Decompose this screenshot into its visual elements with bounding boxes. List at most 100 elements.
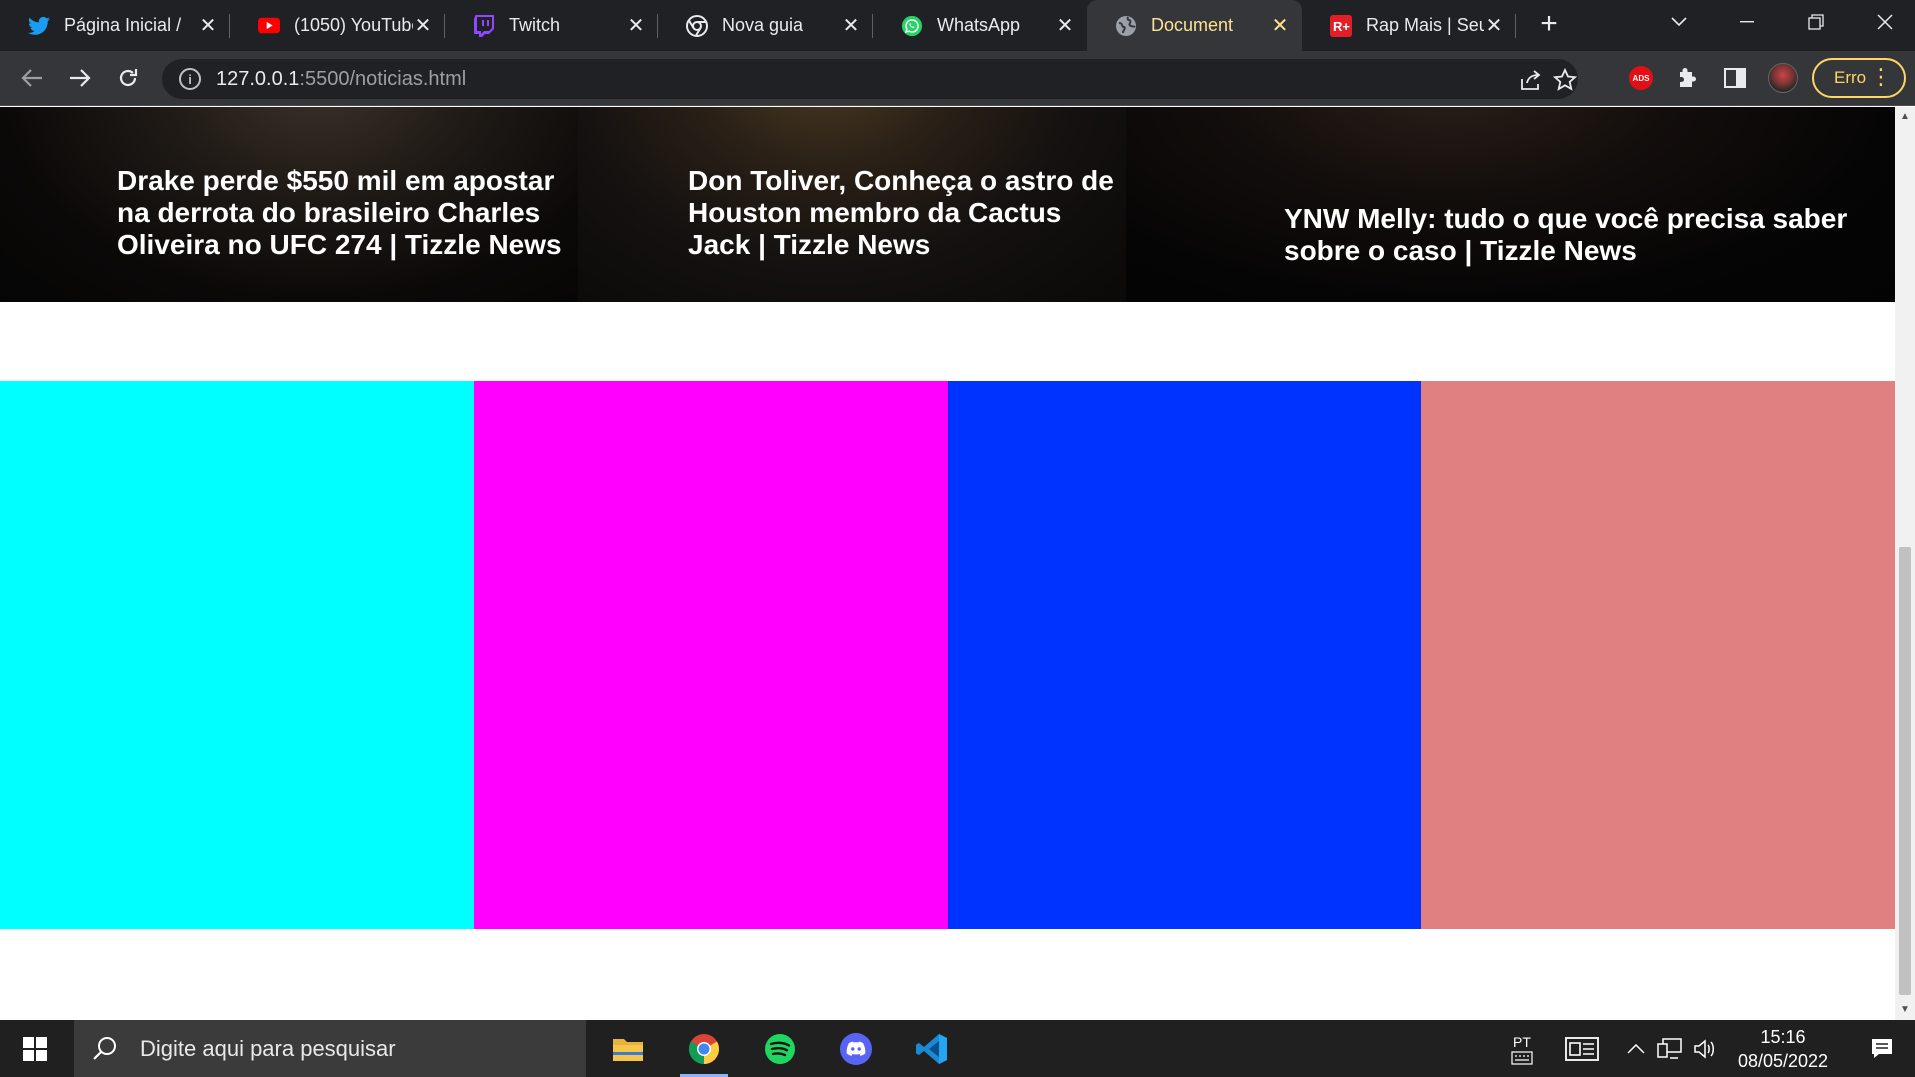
tab-rap-mais[interactable]: R+ Rap Mais | Seu ✕ (1302, 0, 1516, 51)
back-arrow-icon (21, 69, 42, 87)
forward-button[interactable] (63, 61, 97, 95)
clock-time: 15:16 (1760, 1026, 1806, 1047)
whatsapp-icon (901, 15, 923, 37)
more-vert-icon: ⋮ (1870, 64, 1892, 89)
spotify-taskbar-button[interactable] (742, 1020, 818, 1077)
system-clock[interactable]: 15:16 08/05/2022 (1718, 1020, 1848, 1077)
color-blocks (0, 381, 1895, 929)
forward-arrow-icon (70, 69, 91, 87)
start-button[interactable] (0, 1020, 70, 1077)
vscode-icon (916, 1033, 947, 1064)
new-tab-button[interactable]: + (1532, 8, 1566, 42)
chrome-icon (688, 1033, 720, 1064)
news-headline[interactable]: Don Toliver, Conheça o astro de Houston … (688, 165, 1118, 261)
news-card[interactable]: Drake perde $550 mil em apostar na derro… (0, 107, 578, 302)
tab-twitter[interactable]: Página Inicial / ✕ (0, 0, 230, 51)
back-button[interactable] (15, 61, 49, 95)
clock-date: 08/05/2022 (1737, 1050, 1829, 1071)
file-explorer-button[interactable] (590, 1020, 666, 1077)
close-icon[interactable]: ✕ (1484, 13, 1504, 38)
taskbar-search-box[interactable]: Digite aqui para pesquisar (74, 1020, 586, 1077)
close-icon[interactable]: ✕ (841, 13, 861, 38)
close-icon[interactable]: ✕ (413, 13, 433, 38)
minimize-icon (1740, 21, 1754, 23)
site-info-icon[interactable]: i (179, 68, 201, 90)
browser-toolbar: i 127.0.0.1:5500/noticias.html ADS Erro … (0, 51, 1915, 106)
language-code: PT (1513, 1033, 1531, 1050)
color-block-cyan (0, 381, 474, 929)
tab-separator (1515, 14, 1516, 38)
reload-icon (119, 69, 138, 87)
network-icon (1657, 1037, 1682, 1059)
address-bar[interactable]: i 127.0.0.1:5500/noticias.html (162, 59, 1578, 99)
tab-youtube[interactable]: (1050) YouTube ✕ (230, 0, 445, 51)
discord-icon (840, 1032, 872, 1065)
volume-button[interactable] (1690, 1020, 1720, 1077)
close-icon[interactable]: ✕ (626, 13, 646, 38)
tab-title: Document (1151, 15, 1234, 35)
chrome-icon (686, 14, 708, 37)
network-button[interactable] (1654, 1020, 1686, 1077)
side-panel-icon (1724, 68, 1746, 88)
news-card[interactable]: YNW Melly: tudo o que você precisa saber… (1126, 107, 1895, 302)
page-scrollbar[interactable]: ▲ ▼ (1895, 107, 1915, 1020)
avatar (1768, 63, 1798, 93)
scroll-down-arrow-icon[interactable]: ▼ (1895, 1002, 1915, 1018)
news-card[interactable]: Don Toliver, Conheça o astro de Houston … (578, 107, 1126, 302)
discord-taskbar-button[interactable] (818, 1020, 894, 1077)
tab-title: (1050) YouTube (294, 15, 413, 35)
news-widget-button[interactable] (1558, 1020, 1606, 1077)
show-hidden-icons-button[interactable] (1622, 1020, 1650, 1077)
adblock-extension-button[interactable]: ADS (1624, 61, 1658, 95)
close-window-button[interactable] (1856, 0, 1914, 44)
search-icon (93, 1036, 116, 1060)
profile-error-button[interactable]: Erro ⋮ (1812, 58, 1906, 98)
close-icon[interactable]: ✕ (1055, 13, 1075, 38)
language-indicator[interactable]: PT (1500, 1020, 1544, 1077)
folder-icon (613, 1038, 643, 1061)
news-headline[interactable]: Drake perde $550 mil em apostar na derro… (117, 165, 572, 261)
spotify-icon (765, 1033, 795, 1064)
page-viewport: Drake perde $550 mil em apostar na derro… (0, 107, 1895, 1020)
profile-avatar-button[interactable] (1766, 61, 1800, 95)
close-icon[interactable]: ✕ (198, 13, 218, 38)
error-label: Erro (1834, 68, 1867, 87)
search-placeholder: Digite aqui para pesquisar (140, 1035, 396, 1061)
restore-button[interactable] (1787, 0, 1845, 44)
tab-title: WhatsApp (937, 15, 1021, 35)
globe-icon (1115, 15, 1137, 37)
tab-title: Twitch (509, 15, 561, 35)
tab-title: Rap Mais | Seu (1366, 15, 1484, 35)
url-host: 127.0.0.1 (216, 67, 300, 90)
twitter-icon (28, 15, 50, 37)
color-block-blue (947, 381, 1422, 929)
extensions-button[interactable] (1671, 61, 1705, 95)
news-icon (1565, 1036, 1599, 1061)
bookmark-star-icon[interactable] (1552, 67, 1578, 93)
minimize-button[interactable] (1718, 0, 1776, 44)
color-block-magenta (473, 381, 948, 929)
keyboard-icon (1511, 1050, 1533, 1065)
notifications-button[interactable] (1850, 1020, 1914, 1077)
close-icon[interactable]: ✕ (1270, 13, 1290, 38)
scrollbar-thumb[interactable] (1899, 547, 1911, 995)
vscode-taskbar-button[interactable] (894, 1020, 970, 1077)
chrome-taskbar-button[interactable] (666, 1020, 742, 1077)
reload-button[interactable] (111, 61, 145, 95)
tab-document[interactable]: Document ✕ (1087, 0, 1302, 51)
notification-icon (1872, 1038, 1892, 1058)
tab-whatsapp[interactable]: WhatsApp ✕ (873, 0, 1087, 51)
speaker-icon (1694, 1038, 1714, 1059)
tab-search-button[interactable] (1650, 0, 1708, 44)
adblock-icon: ADS (1629, 66, 1653, 90)
share-icon[interactable] (1518, 67, 1544, 93)
tab-nova-guia[interactable]: Nova guia ✕ (658, 0, 873, 51)
tab-title: Nova guia (722, 15, 804, 35)
tab-title: Página Inicial / (64, 15, 182, 35)
chevron-down-icon (1671, 17, 1687, 27)
tab-twitch[interactable]: Twitch ✕ (445, 0, 658, 51)
side-panel-button[interactable] (1718, 61, 1752, 95)
news-strip: Drake perde $550 mil em apostar na derro… (0, 107, 1895, 302)
news-headline[interactable]: YNW Melly: tudo o que você precisa saber… (1284, 203, 1884, 267)
scroll-up-arrow-icon[interactable]: ▲ (1895, 109, 1915, 125)
